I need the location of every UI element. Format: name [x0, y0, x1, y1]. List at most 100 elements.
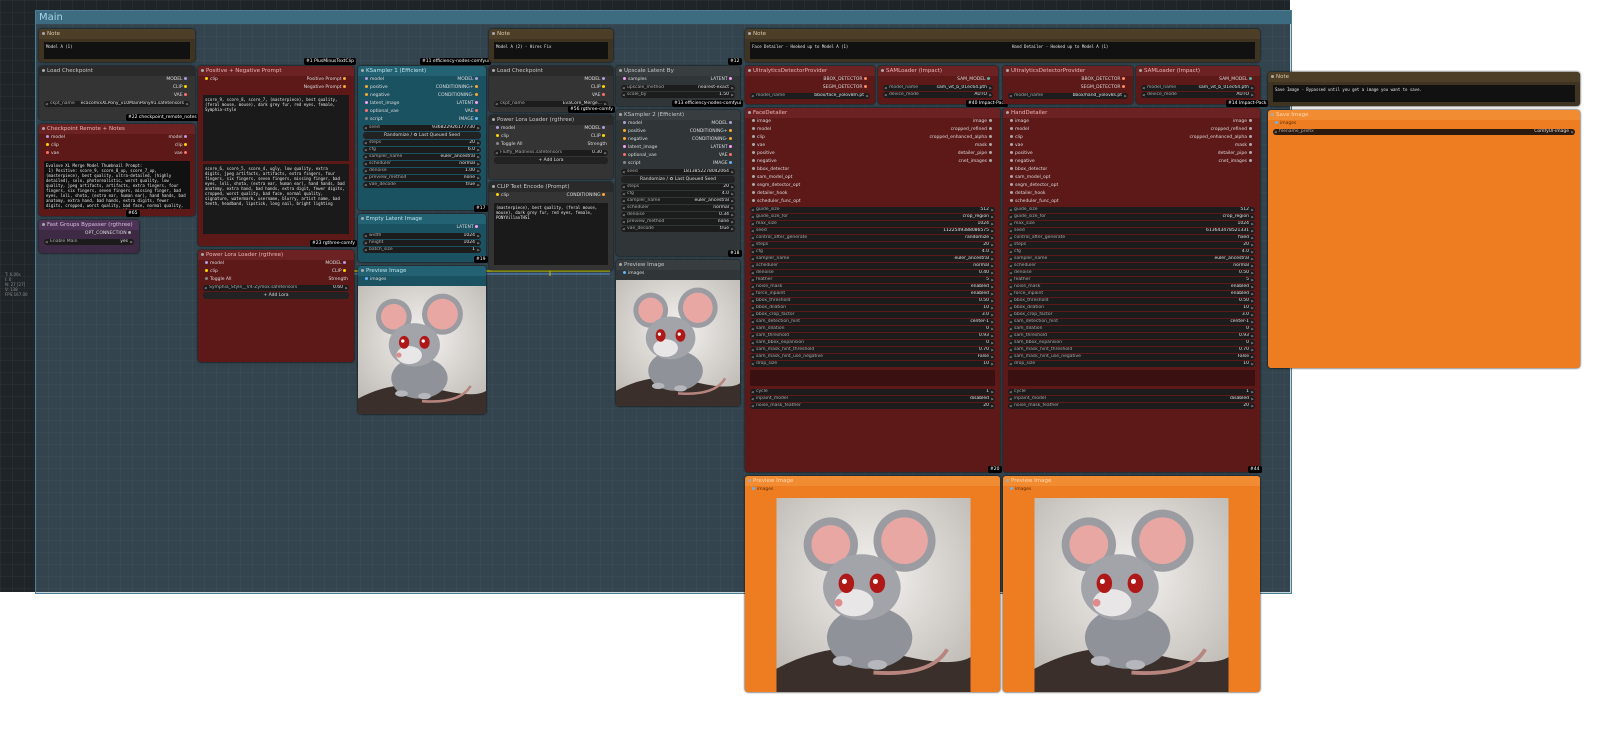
widget-feather[interactable]: feather 5 [750, 277, 995, 283]
power-lora-loader-node-2[interactable]: Power Lora Loader (rgthree) model MODEL c… [489, 115, 613, 179]
randomize-seed-button[interactable]: Randomize / ♻ Last Queued Seed [621, 176, 735, 183]
port-row[interactable]: vae mask [745, 142, 1000, 150]
output-sam-model[interactable]: SAM_MODEL [878, 76, 998, 84]
input-slot-dot[interactable] [1010, 127, 1013, 130]
negative-textarea[interactable]: score_6, score_5, score_4, ugly, low qua… [203, 164, 349, 234]
node-title[interactable]: Note [489, 29, 613, 39]
port-row[interactable]: segm_detector_opt [745, 182, 1000, 190]
port-row[interactable]: sam_model_opt [1003, 174, 1260, 182]
model-name-combo[interactable]: model_namebbox/hand_yolov8s.pt [1008, 93, 1128, 99]
widget-cycle[interactable]: cycle 1 [750, 389, 995, 395]
output-model[interactable]: MODEL [489, 76, 613, 84]
note-text[interactable]: Save Image - Bypassed until you get a im… [1273, 85, 1575, 102]
node-title[interactable]: FaceDetailer [745, 108, 1000, 118]
model-name-combo[interactable]: model_namesam_vit_b_01ec64.pth [1141, 85, 1255, 91]
node-title[interactable]: UltralyticsDetectorProvider [1003, 66, 1133, 76]
port-latent[interactable]: latent_image LATENT [358, 100, 486, 108]
denoise-widget[interactable]: denoise0.34 [621, 212, 735, 218]
node-title[interactable]: KSampler 2 (Efficient) [616, 110, 740, 120]
port-samples[interactable]: samples LATENT [616, 76, 740, 84]
face-detailer-node[interactable]: FaceDetailer image image model cropped_refi… [745, 108, 1000, 472]
widget-sam-dilation[interactable]: sam_dilation 0 [1008, 326, 1255, 332]
widget-sam-bbox-expansion[interactable]: sam_bbox_expansion 0 [750, 340, 995, 346]
power-lora-loader-node[interactable]: Power Lora Loader (rgthree) model MODEL c… [198, 250, 354, 362]
checkpoint-remote-node[interactable]: Checkpoint Remote + Notes model model cli… [39, 124, 195, 216]
model-name-combo[interactable]: model_namebbox/face_yolov8m.pt [750, 93, 870, 99]
input-slot-dot[interactable] [1010, 135, 1013, 138]
sam-loader-node-hand[interactable]: SAMLoader (Impact) SAM_MODEL model_names… [1136, 66, 1260, 104]
widget-noise-mask[interactable]: noise_mask enabled [1008, 284, 1255, 290]
widget-guide-size-for[interactable]: guide_size_for crop_region [750, 214, 995, 220]
empty-latent-node[interactable]: Empty Latent Image LATENT width1024 heig… [358, 214, 486, 262]
output-slot-dot[interactable] [1249, 143, 1252, 146]
port-model[interactable]: model MODEL [358, 76, 486, 84]
note-text[interactable]: Model A (2) - Hires Fix [494, 42, 608, 59]
note-node-model-a1[interactable]: Note Model A (1) [39, 29, 195, 62]
node-title[interactable]: KSampler 1 (Efficient) [358, 66, 486, 76]
widget-bbox-threshold[interactable]: bbox_threshold 0.50 [1008, 298, 1255, 304]
output-vae[interactable]: VAE [39, 92, 195, 100]
node-title[interactable]: Empty Latent Image [358, 214, 486, 224]
port-row[interactable]: image image [745, 118, 1000, 126]
node-title[interactable]: Preview Image [358, 266, 486, 276]
widget-feather[interactable]: feather 5 [1008, 277, 1255, 283]
input-slot-dot[interactable] [1010, 151, 1013, 154]
sampler-widget[interactable]: sampler_nameeuler_ancestral [363, 154, 481, 160]
node-title[interactable]: Note [745, 29, 1260, 39]
output-slot-dot[interactable] [1249, 135, 1252, 138]
port-clip[interactable]: clip CLIP [198, 268, 354, 276]
port-row[interactable]: segm_detector_opt [1003, 182, 1260, 190]
node-title[interactable]: CLIP Text Encode (Prompt) [489, 182, 613, 192]
node-title[interactable]: Positive + Negative Prompt [198, 66, 354, 76]
input-images[interactable]: images [1003, 486, 1260, 494]
note-node-save[interactable]: Note Save Image - Bypassed until you get… [1268, 72, 1580, 106]
widget-drop-size[interactable]: drop_size 10 [750, 361, 995, 367]
clip-text-encode-node[interactable]: CLIP Text Encode (Prompt) clip CONDITIONI… [489, 182, 613, 270]
seed-widget[interactable]: seed936822926177730 [363, 125, 481, 131]
sam-loader-node-face[interactable]: SAMLoader (Impact) SAM_MODEL model_names… [878, 66, 998, 104]
output-bbox[interactable]: BBOX_DETECTOR [745, 76, 875, 84]
note-text[interactable]: Model A (1) [44, 42, 190, 59]
widget-sam-threshold[interactable]: sam_threshold 0.93 [750, 333, 995, 339]
input-slot-dot[interactable] [752, 175, 755, 178]
input-slot-dot[interactable] [752, 159, 755, 162]
output-negative[interactable]: Negative Prompt [198, 84, 354, 92]
widget-force-inpaint[interactable]: force_inpaint enabled [1008, 291, 1255, 297]
input-slot-dot[interactable] [752, 151, 755, 154]
port-row[interactable]: scheduler_func_opt [1003, 198, 1260, 206]
port-row[interactable]: positive detailer_pipe [745, 150, 1000, 158]
widget-inpaint-model[interactable]: inpaint_model disabled [1008, 396, 1255, 402]
vae-decode-widget[interactable]: vae_decodetrue [621, 226, 735, 232]
widget-max-size[interactable]: max_size 1024 [750, 221, 995, 227]
denoise-widget[interactable]: denoise1.00 [363, 168, 481, 174]
widget-guide-size-for[interactable]: guide_size_for crop_region [1008, 214, 1255, 220]
output-segm[interactable]: SEGM_DETECTOR [1003, 84, 1133, 92]
note-text[interactable]: Face Detailer - Hooked up to Model A (1)… [750, 42, 1255, 59]
load-checkpoint-node[interactable]: Load Checkpoint MODEL CLIP VAE ckpt_name… [39, 66, 195, 120]
cfg-widget[interactable]: cfg6.0 [363, 147, 481, 153]
widget-guide-size[interactable]: guide_size 512 [1008, 207, 1255, 213]
sampler-widget[interactable]: sampler_nameeuler_ancestral [621, 198, 735, 204]
input-slot-dot[interactable] [1010, 191, 1013, 194]
widget-sam-detection-hint[interactable]: sam_detection_hint center-1 [750, 319, 995, 325]
widget-steps[interactable]: steps 20 [750, 242, 995, 248]
input-slot-dot[interactable] [752, 183, 755, 186]
widget-bbox-dilation[interactable]: bbox_dilation 10 [750, 305, 995, 311]
output-slot-dot[interactable] [1249, 127, 1252, 130]
widget-denoise[interactable]: denoise 0.40 [750, 270, 995, 276]
output-slot-dot[interactable] [989, 159, 992, 162]
widget-bbox-crop-factor[interactable]: bbox_crop_factor 3.0 [1008, 312, 1255, 318]
node-title[interactable]: Save Image [1268, 110, 1580, 120]
output-clip[interactable]: CLIP [39, 84, 195, 92]
port-model[interactable]: model model [39, 134, 195, 142]
ckpt-name-combo[interactable]: ckpt_nameecacomixXLPony_v10MainPony91.sa… [44, 101, 190, 107]
node-title[interactable]: Preview Image [1003, 476, 1260, 486]
scale-by-widget[interactable]: scale_by1.50 [621, 92, 735, 98]
output-slot-dot[interactable] [989, 143, 992, 146]
positive-textarea[interactable]: score_9, score_8, score_7, (masterpiece)… [203, 95, 349, 161]
upscale-method-widget[interactable]: upscale_methodnearest-exact [621, 85, 735, 91]
node-title[interactable]: Note [39, 29, 195, 39]
node-title[interactable]: SAMLoader (Impact) [878, 66, 998, 76]
widget-sampler-name[interactable]: sampler_name euler_ancestral [750, 256, 995, 262]
output-slot-dot[interactable] [989, 119, 992, 122]
